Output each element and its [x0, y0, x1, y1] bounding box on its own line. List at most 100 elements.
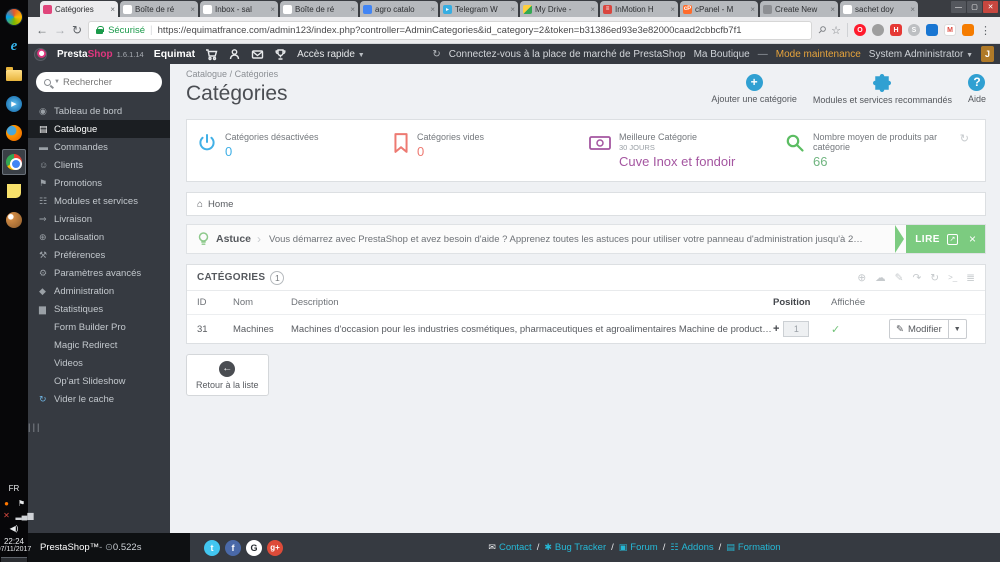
sidebar-item-orders[interactable]: Commandes	[28, 138, 170, 156]
tab-close-icon[interactable]: ×	[190, 5, 195, 14]
twitter-icon[interactable]: t	[204, 539, 220, 556]
sidebar-item-advanced[interactable]: Paramètres avancés	[28, 264, 170, 282]
browser-tab-gmail-2[interactable]: M Inbox - sal ×	[200, 1, 278, 17]
github-icon[interactable]: G	[246, 539, 262, 556]
shop-front-link[interactable]: Ma Boutique	[694, 49, 750, 60]
add-icon[interactable]	[857, 272, 866, 284]
bookmark-star-icon[interactable]: ☆	[831, 24, 841, 37]
sidebar-collapse-grip[interactable]: |||	[28, 422, 170, 432]
sidebar-item-dashboard[interactable]: Tableau de bord	[28, 102, 170, 120]
message-icon[interactable]	[251, 48, 264, 61]
maintenance-mode-label[interactable]: Mode maintenance	[776, 49, 861, 60]
col-description[interactable]: Description	[291, 297, 773, 308]
network-error-icon[interactable]: ✕	[1, 511, 13, 520]
position-input[interactable]	[783, 321, 810, 337]
sidebar-item-preferences[interactable]: Préférences	[28, 246, 170, 264]
browser-tab-create[interactable]: Create New ×	[760, 1, 838, 17]
tab-close-icon[interactable]: ×	[510, 5, 515, 14]
close-tip-icon[interactable]: ×	[969, 232, 976, 246]
sidebar-item-clear-cache[interactable]: Vider le cache	[28, 390, 170, 408]
sidebar-item-administration[interactable]: Administration	[28, 282, 170, 300]
reload-button[interactable]: ↻	[72, 23, 82, 37]
tab-close-icon[interactable]: ×	[350, 5, 355, 14]
addons-link[interactable]: Addons	[670, 542, 713, 553]
shop-name[interactable]: Equimat	[154, 48, 195, 60]
sidebar-item-modules[interactable]: Modules et services	[28, 192, 170, 210]
add-category-button[interactable]: + Ajouter une catégorie	[711, 74, 797, 105]
secure-label[interactable]: Sécurisé	[108, 25, 145, 36]
drag-move-icon[interactable]: +	[773, 323, 779, 335]
url-text[interactable]: https://equimatfrance.com/admin123/index…	[158, 25, 742, 36]
sidebar-search[interactable]: ▼	[36, 72, 162, 92]
facebook-icon[interactable]: f	[225, 539, 241, 556]
secure-lock-icon[interactable]	[96, 26, 105, 34]
bug-tracker-link[interactable]: Bug Tracker	[544, 542, 606, 553]
password-key-icon[interactable]: ⚲	[815, 24, 828, 37]
sidebar-item-magic-redirect[interactable]: Magic Redirect	[28, 336, 170, 354]
tab-close-icon[interactable]: ×	[590, 5, 595, 14]
displayed-check-icon[interactable]: ✓	[831, 324, 840, 336]
search-input[interactable]	[62, 76, 143, 88]
tab-close-icon[interactable]: ×	[110, 5, 115, 14]
help-button[interactable]: ? Aide	[968, 74, 986, 105]
browser-tab-drive[interactable]: My Drive - ×	[520, 1, 598, 17]
recommended-modules-button[interactable]: Modules et services recommandés	[813, 74, 952, 105]
taskbar-file-explorer[interactable]	[2, 62, 26, 88]
browser-tab-google[interactable]: Gsachet doy ×	[840, 1, 918, 17]
category-tree-panel[interactable]: ⌂ Home	[186, 192, 986, 216]
sidebar-item-form-builder[interactable]: Form Builder Pro	[28, 318, 170, 336]
sidebar-item-promotions[interactable]: Promotions	[28, 174, 170, 192]
sidebar-item-localization[interactable]: Localisation	[28, 228, 170, 246]
browser-menu-icon[interactable]: ⋮	[980, 24, 992, 37]
customer-icon[interactable]	[228, 48, 241, 61]
tray-date[interactable]: 07/11/2017	[0, 546, 31, 553]
marketplace-link[interactable]: Connectez-vous à la place de marché de P…	[449, 49, 686, 60]
language-indicator[interactable]: FR	[9, 484, 20, 493]
cell-name[interactable]: Machines	[233, 324, 291, 335]
table-row[interactable]: 31 Machines Machines d'occasion pour les…	[187, 314, 985, 343]
trophy-icon[interactable]	[274, 48, 287, 61]
gmail-extension-icon[interactable]: M	[944, 24, 956, 36]
col-name[interactable]: Nom	[233, 297, 291, 308]
close-button[interactable]: ✕	[983, 1, 998, 13]
modify-dropdown-toggle[interactable]: ▼	[947, 320, 966, 338]
taskbar-paint[interactable]	[2, 207, 26, 233]
blue-extension-icon[interactable]	[926, 24, 938, 36]
browser-tab-telegram[interactable]: ▸ Telegram W ×	[440, 1, 518, 17]
taskbar-chrome[interactable]	[2, 149, 26, 175]
antivirus-icon[interactable]: ●	[1, 499, 13, 508]
breadcrumb-parent[interactable]: Catalogue	[186, 69, 227, 79]
show-desktop-button[interactable]	[1, 557, 27, 562]
home-label[interactable]: Home	[208, 199, 233, 210]
tab-close-icon[interactable]: ×	[830, 5, 835, 14]
forward-button[interactable]: →	[54, 23, 66, 37]
employee-avatar[interactable]: J	[981, 46, 994, 62]
cart-icon[interactable]	[205, 48, 218, 61]
export-icon[interactable]	[912, 272, 921, 284]
refresh-kpi-icon[interactable]: ↻	[960, 132, 969, 145]
browser-tab-gmail-1[interactable]: M Boîte de ré ×	[120, 1, 198, 17]
tray-clock[interactable]: 22:24	[4, 537, 24, 546]
quick-access-menu[interactable]: Accès rapide ▼	[297, 49, 365, 60]
action-center-flag-icon[interactable]: ⚑	[16, 499, 28, 508]
browser-tab-gmail-3[interactable]: M Boîte de ré ×	[280, 1, 358, 17]
minimize-button[interactable]: —	[951, 1, 966, 13]
contact-link[interactable]: Contact	[488, 542, 532, 553]
taskbar-media-player[interactable]: ▶	[2, 91, 26, 117]
col-position[interactable]: Position	[773, 297, 831, 308]
modify-button[interactable]: ✎ Modifier ▼	[889, 319, 967, 339]
back-button[interactable]: ←	[36, 23, 48, 37]
address-bar[interactable]: Sécurisé | https://equimatfrance.com/adm…	[88, 20, 812, 40]
col-id[interactable]: ID	[197, 297, 233, 308]
taskbar-sticky-notes[interactable]	[2, 178, 26, 204]
formation-link[interactable]: Formation	[726, 542, 781, 553]
browser-tab-inmotion[interactable]: ≡ InMotion H ×	[600, 1, 678, 17]
sidebar-item-customers[interactable]: Clients	[28, 156, 170, 174]
opera-extension-icon[interactable]: O	[854, 24, 866, 36]
browser-tab-agro[interactable]: agro catalo ×	[360, 1, 438, 17]
col-displayed[interactable]: Affichée	[831, 297, 889, 308]
import-icon[interactable]	[875, 272, 886, 284]
back-to-list-button[interactable]: ← Retour à la liste	[186, 354, 269, 396]
start-button[interactable]	[2, 4, 26, 30]
sidebar-item-videos[interactable]: Videos	[28, 354, 170, 372]
